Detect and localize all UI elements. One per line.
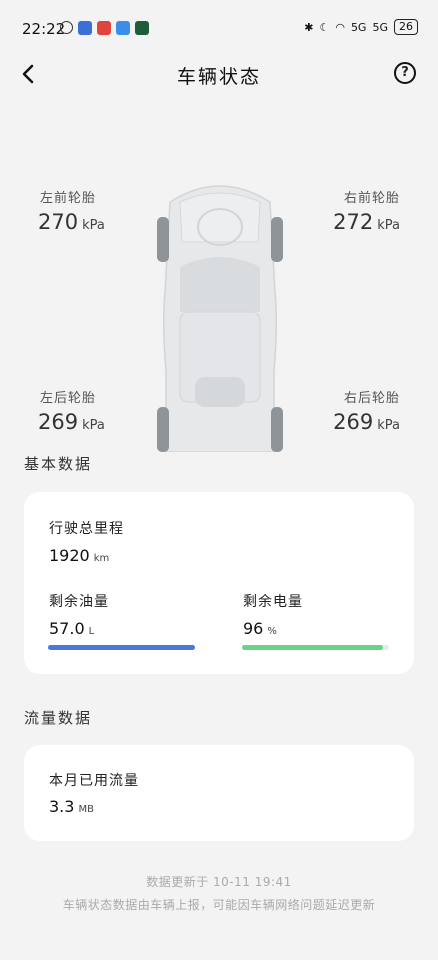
app-icon — [116, 21, 130, 35]
monthly-traffic-value: 3.3 MB — [49, 797, 94, 816]
alarm-icon — [60, 21, 73, 34]
rear-left-tire-pressure: 269 kPa — [38, 410, 105, 434]
chevron-left-icon[interactable] — [18, 62, 42, 86]
battery-progress-bar — [242, 645, 384, 650]
front-left-tire-pressure: 270 kPa — [38, 210, 105, 234]
question-circle-icon[interactable]: ? — [394, 62, 416, 84]
app-icon — [97, 21, 111, 35]
basic-data-section-title: 基本数据 — [24, 455, 93, 473]
last-updated-text: 数据更新于 10-11 19:41 — [146, 875, 292, 889]
rear-right-tire-label: 右后轮胎 — [343, 391, 400, 406]
front-right-tire-label: 右前轮胎 — [343, 191, 400, 206]
traffic-data-section-title: 流量数据 — [24, 709, 93, 727]
battery-value: 96% — [243, 619, 277, 638]
status-time: 22:22 — [22, 20, 66, 38]
app-icon — [78, 21, 92, 35]
fuel-label: 剩余油量 — [49, 594, 109, 610]
signal-icon: 5G — [372, 20, 388, 34]
bluetooth-icon: ✱ — [304, 20, 314, 34]
rear-left-tire-label: 左后轮胎 — [40, 391, 97, 406]
mileage-value: 1920 km — [49, 546, 110, 565]
battery-label: 剩余电量 — [243, 594, 303, 610]
signal-icon: 5G — [350, 20, 367, 34]
front-right-tire-pressure: 272 kPa — [333, 210, 400, 234]
basic-data-card: 行驶总里程 1920 km 剩余油量 57.0 L 剩余电量 96% — [24, 492, 414, 674]
rear-right-tire-pressure: 269 kPa — [333, 410, 400, 434]
wifi-icon: ◠ — [335, 20, 345, 34]
fuel-progress-track — [48, 645, 195, 650]
car-top-view-image — [157, 185, 283, 452]
battery-progress-track — [242, 645, 389, 650]
fuel-value: 57.0 L — [49, 619, 95, 638]
system-status: ✱ ☾ ◠ 5G 5G 26 — [304, 19, 418, 35]
page-title: 车辆状态 — [176, 66, 261, 88]
front-left-tire-label: 左前轮胎 — [40, 191, 97, 206]
moon-icon: ☾ — [319, 20, 330, 34]
monthly-traffic-label: 本月已用流量 — [49, 773, 139, 789]
battery-icon: 26 — [394, 19, 418, 35]
mileage-label: 行驶总里程 — [49, 521, 124, 537]
app-icon — [135, 21, 149, 35]
fuel-progress-bar — [48, 645, 195, 650]
notification-icons — [60, 21, 149, 35]
traffic-data-card: 本月已用流量 3.3 MB — [24, 745, 414, 841]
delay-notice-text: 车辆状态数据由车辆上报，可能因车辆网络问题延迟更新 — [62, 898, 376, 912]
